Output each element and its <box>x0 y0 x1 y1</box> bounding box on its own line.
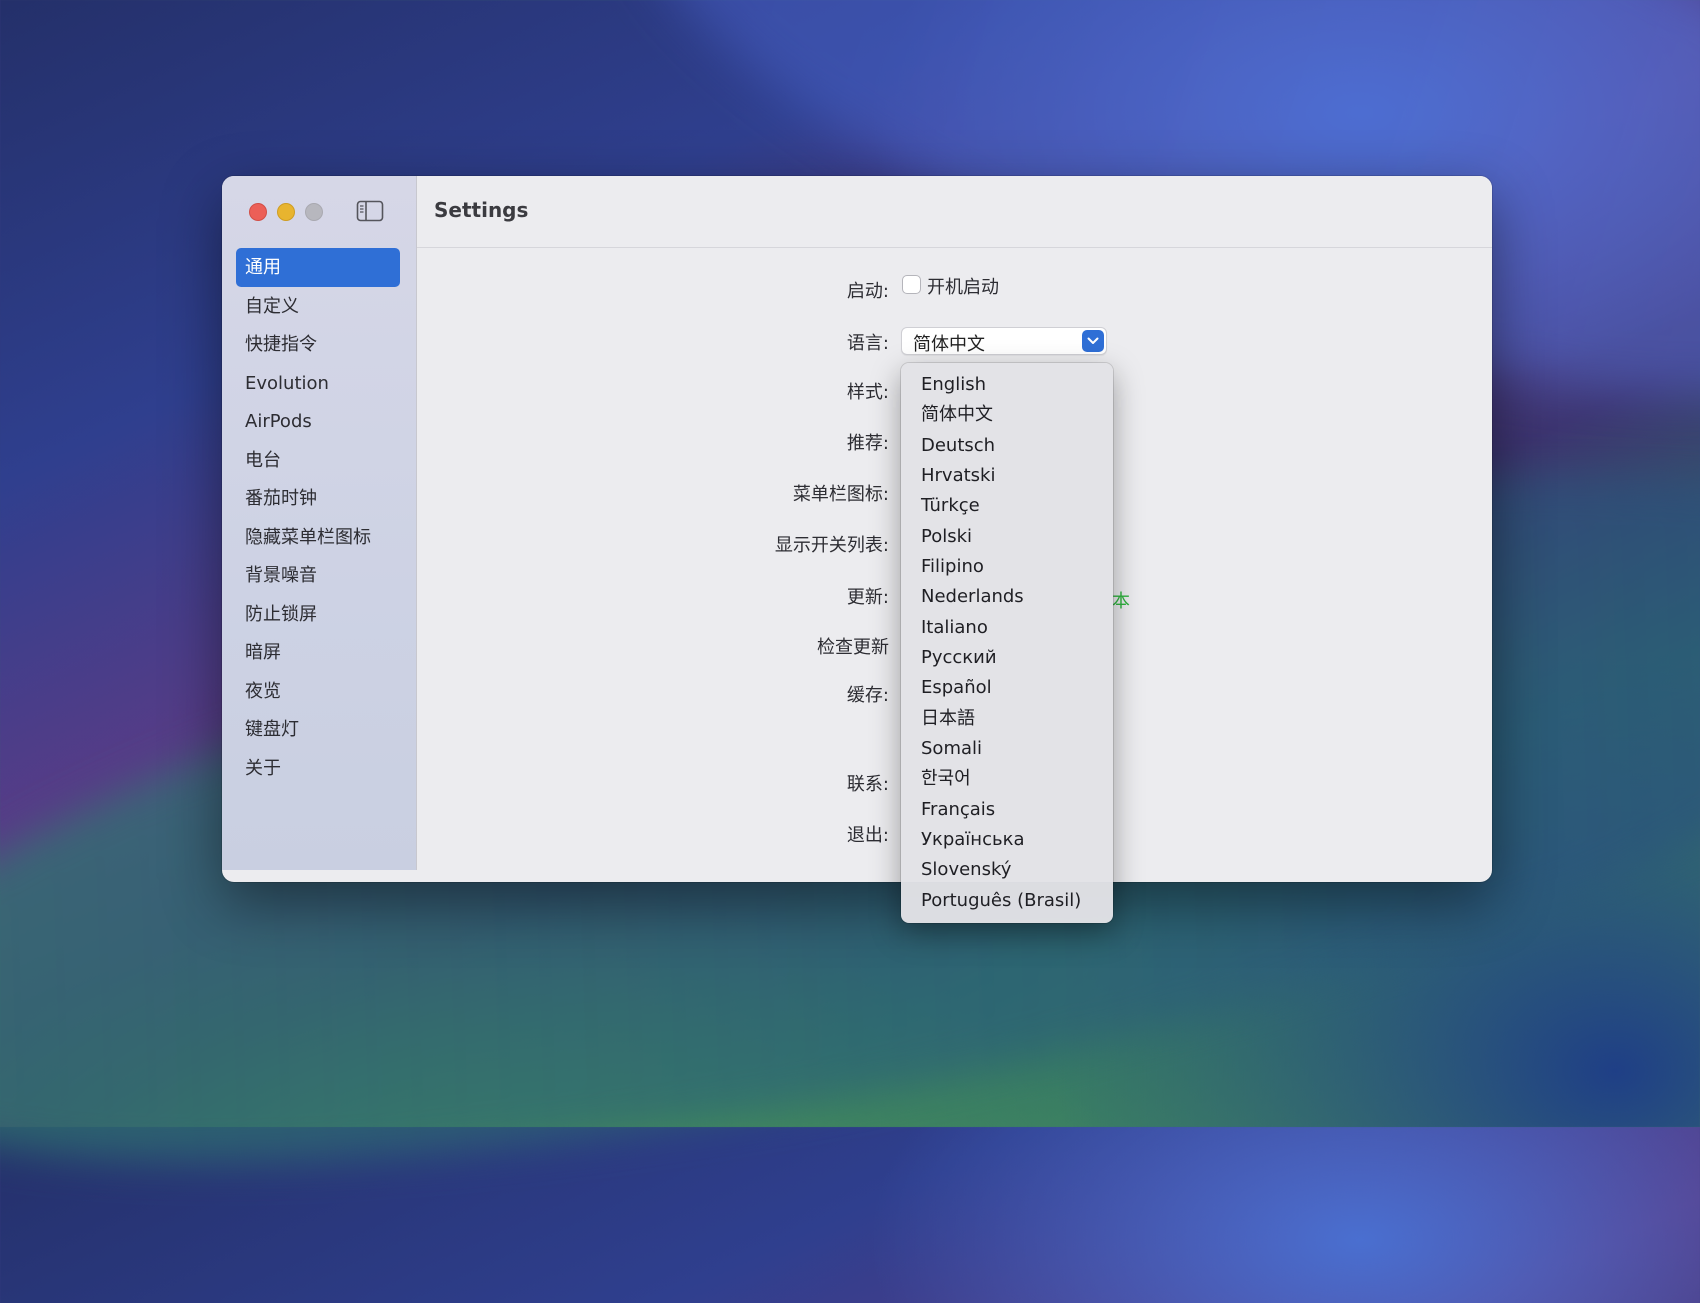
sidebar-item-evolution[interactable]: Evolution <box>236 364 400 403</box>
language-option-ukrainian[interactable]: Українська <box>921 828 1024 852</box>
language-option-polish[interactable]: Polski <box>921 525 972 549</box>
language-option-korean[interactable]: 한국어 <box>921 767 971 791</box>
language-option-portuguese-brazil[interactable]: Português (Brasil) <box>921 889 1081 913</box>
recommend-label: 推荐: <box>846 433 889 454</box>
language-option-german[interactable]: Deutsch <box>921 434 995 458</box>
update-label: 更新: <box>846 587 889 608</box>
language-option-somali[interactable]: Somali <box>921 737 982 761</box>
language-option-croatian[interactable]: Hrvatski <box>921 464 995 488</box>
language-select[interactable]: 简体中文 <box>901 327 1107 355</box>
sidebar-item-prevent-lock[interactable]: 防止锁屏 <box>236 595 400 634</box>
sidebar-item-night-shift[interactable]: 夜览 <box>236 672 400 711</box>
language-option-dutch[interactable]: Nederlands <box>921 585 1024 609</box>
language-option-spanish[interactable]: Español <box>921 676 992 700</box>
zoom-button[interactable] <box>305 203 323 221</box>
sidebar-item-dim-screen[interactable]: 暗屏 <box>236 633 400 672</box>
language-option-filipino[interactable]: Filipino <box>921 555 984 579</box>
cache-label: 缓存: <box>846 685 889 706</box>
sidebar: 通用 自定义 快捷指令 Evolution AirPods 电台 番茄时钟 隐藏… <box>222 176 417 870</box>
startup-checkbox[interactable] <box>902 275 921 294</box>
sidebar-item-hide-menubar-icons[interactable]: 隐藏菜单栏图标 <box>236 518 400 557</box>
sidebar-toggle-icon[interactable] <box>356 200 384 222</box>
language-option-turkish[interactable]: Türkçe <box>921 494 980 518</box>
language-option-russian[interactable]: Русский <box>921 646 997 670</box>
sidebar-item-pomodoro[interactable]: 番茄时钟 <box>236 479 400 518</box>
menubar-icon-label: 菜单栏图标: <box>792 484 889 505</box>
style-label: 样式: <box>846 382 889 403</box>
language-label: 语言: <box>846 333 889 354</box>
show-switch-list-label: 显示开关列表: <box>774 535 889 556</box>
sidebar-item-general[interactable]: 通用 <box>236 248 400 287</box>
language-option-english[interactable]: English <box>921 373 986 397</box>
sidebar-item-background-noise[interactable]: 背景噪音 <box>236 556 400 595</box>
title-bar: Settings <box>417 176 1492 248</box>
update-status-text: 本 <box>1112 591 1130 612</box>
close-button[interactable] <box>249 203 267 221</box>
language-option-japanese[interactable]: 日本語 <box>921 707 975 731</box>
sidebar-item-airpods[interactable]: AirPods <box>236 402 400 441</box>
startup-label: 启动: <box>846 281 889 302</box>
language-dropdown-menu: English 简体中文 Deutsch Hrvatski Türkçe Pol… <box>901 363 1113 923</box>
quit-label: 退出: <box>846 825 889 846</box>
startup-checkbox-label[interactable]: 开机启动 <box>927 273 999 299</box>
chevron-down-icon <box>1082 330 1104 352</box>
language-select-value: 简体中文 <box>913 334 985 355</box>
language-option-french[interactable]: Français <box>921 798 995 822</box>
language-option-slovak[interactable]: Slovenský <box>921 858 1011 882</box>
settings-window: 通用 自定义 快捷指令 Evolution AirPods 电台 番茄时钟 隐藏… <box>222 176 1492 882</box>
sidebar-item-radio[interactable]: 电台 <box>236 441 400 480</box>
sidebar-item-shortcuts[interactable]: 快捷指令 <box>236 325 400 364</box>
page-title: Settings <box>434 198 529 222</box>
check-update-label: 检查更新 <box>817 637 889 658</box>
minimize-button[interactable] <box>277 203 295 221</box>
sidebar-item-keyboard-light[interactable]: 键盘灯 <box>236 710 400 749</box>
contact-label: 联系: <box>846 774 889 795</box>
sidebar-item-customize[interactable]: 自定义 <box>236 287 400 326</box>
language-option-italian[interactable]: Italiano <box>921 616 988 640</box>
sidebar-item-about[interactable]: 关于 <box>236 749 400 788</box>
language-option-simplified-chinese[interactable]: 简体中文 <box>921 403 993 427</box>
